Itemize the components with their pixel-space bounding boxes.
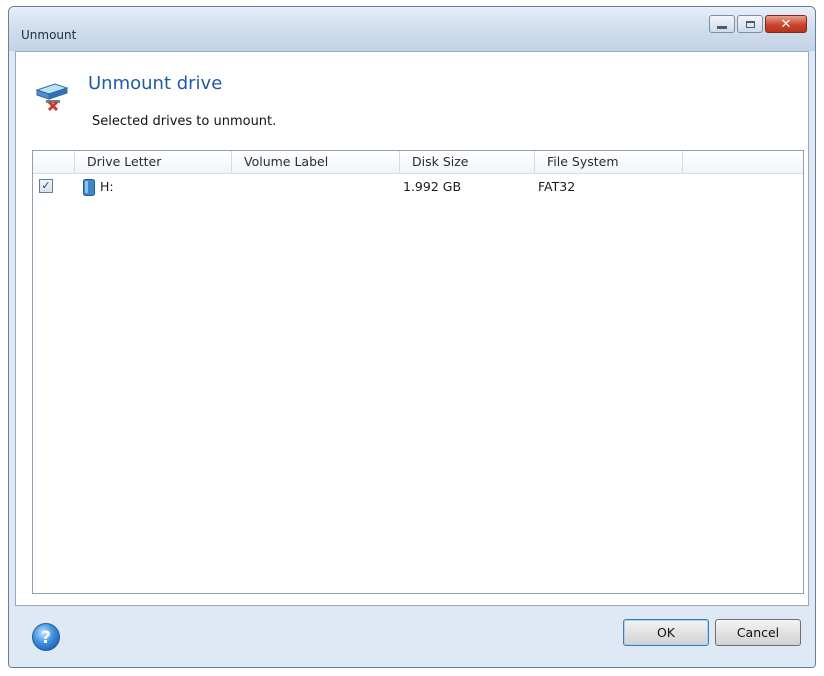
column-header-file-system[interactable]: File System xyxy=(535,151,683,173)
list-header: Drive Letter Volume Label Disk Size File… xyxy=(33,151,803,174)
cell-file-system: FAT32 xyxy=(538,179,576,194)
unmount-dialog: Unmount ✕ Unmount drive Selected drives … xyxy=(8,6,816,668)
drives-list: Drive Letter Volume Label Disk Size File… xyxy=(32,150,804,594)
cell-drive-letter: H: xyxy=(100,179,114,194)
window-title: Unmount xyxy=(21,28,77,42)
maximize-icon xyxy=(745,20,755,28)
table-row[interactable]: ✓ H: 1.992 GB FAT32 xyxy=(33,175,803,199)
title-bar[interactable]: Unmount ✕ xyxy=(9,7,815,51)
close-icon: ✕ xyxy=(780,16,792,32)
drive-icon xyxy=(83,179,95,196)
close-button[interactable]: ✕ xyxy=(765,15,807,33)
cell-disk-size: 1.992 GB xyxy=(403,179,462,194)
column-header-drive-letter[interactable]: Drive Letter xyxy=(75,151,232,173)
page-description: Selected drives to unmount. xyxy=(92,114,277,129)
row-checkbox[interactable]: ✓ xyxy=(39,179,53,193)
column-header-checkbox[interactable] xyxy=(33,151,75,173)
column-header-volume-label[interactable]: Volume Label xyxy=(232,151,400,173)
svg-text:?: ? xyxy=(41,628,51,648)
minimize-icon xyxy=(717,25,727,29)
window-controls: ✕ xyxy=(709,15,807,33)
unmount-drive-icon xyxy=(35,83,69,112)
help-icon[interactable]: ? xyxy=(31,622,61,652)
dialog-content: Unmount drive Selected drives to unmount… xyxy=(15,51,809,606)
maximize-button[interactable] xyxy=(737,15,763,33)
dialog-footer: ? OK Cancel xyxy=(9,606,815,667)
ok-button[interactable]: OK xyxy=(623,619,709,646)
minimize-button[interactable] xyxy=(709,15,735,33)
page-heading: Unmount drive xyxy=(88,73,223,94)
column-header-disk-size[interactable]: Disk Size xyxy=(400,151,535,173)
cancel-button[interactable]: Cancel xyxy=(715,619,801,646)
